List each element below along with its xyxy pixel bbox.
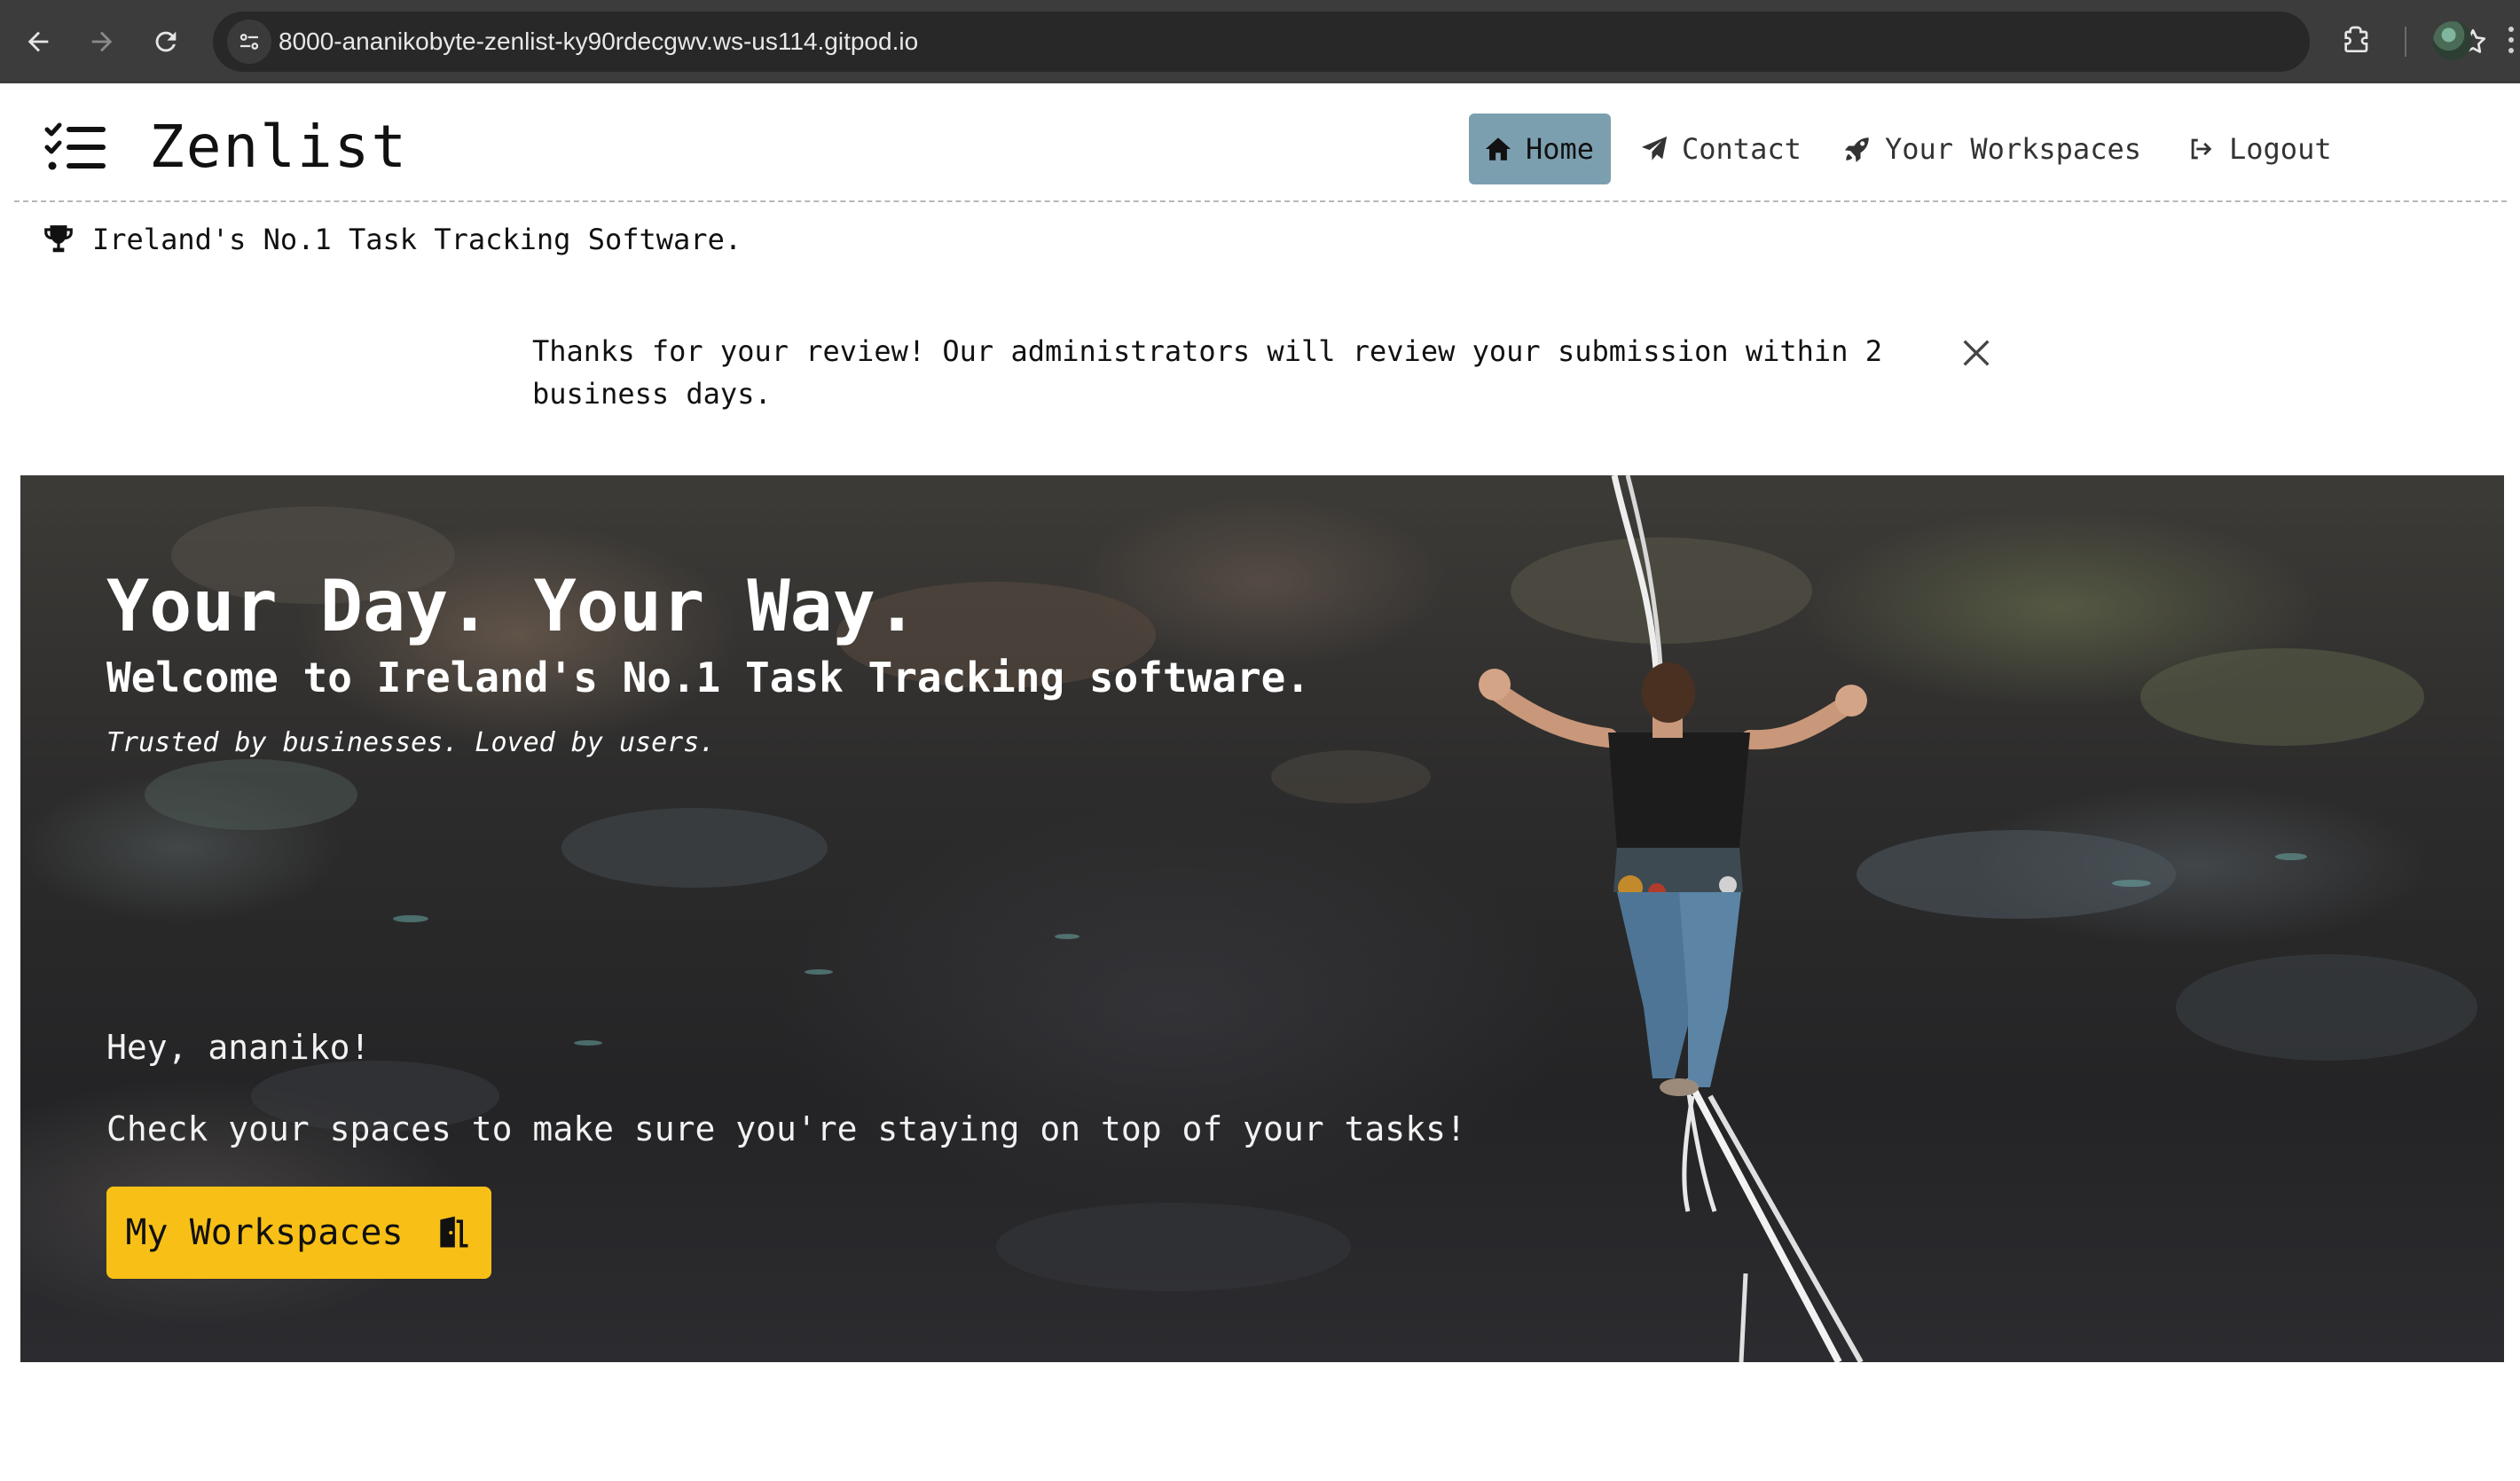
nav-contact-label: Contact — [1682, 132, 1802, 166]
site-header: Zenlist Home Contact Your Workspaces Log… — [0, 83, 2520, 202]
close-icon[interactable] — [1959, 335, 1994, 371]
door-open-icon — [439, 1216, 468, 1248]
menu-icon[interactable] — [2506, 27, 2516, 59]
sign-out-icon — [2191, 138, 2212, 160]
hero-trusted-line: Trusted by businesses. Loved by users. — [106, 727, 716, 758]
workspace-prompt: Check your spaces to make sure you're st… — [106, 1109, 1466, 1148]
nav-logout-label: Logout — [2229, 132, 2332, 166]
browser-toolbar: 8000-ananikobyte-zenlist-ky90rdecgwv.ws-… — [0, 0, 2520, 83]
reload-icon — [155, 31, 177, 52]
alert-message: Thanks for your review! Our administrato… — [532, 334, 1882, 411]
hero-banner: Your Day. Your Way. Welcome to Ireland's… — [20, 475, 2504, 1362]
my-workspaces-button[interactable]: My Workspaces — [106, 1187, 491, 1279]
hero-title: Your Day. Your Way. — [106, 565, 919, 647]
url-text[interactable]: 8000-ananikobyte-zenlist-ky90rdecgwv.ws-… — [279, 12, 918, 72]
forward-icon — [91, 31, 113, 52]
brand-name[interactable]: Zenlist — [149, 115, 408, 179]
reload-button[interactable] — [142, 18, 190, 66]
nav-home-label: Home — [1526, 132, 1595, 166]
my-workspaces-button-label: My Workspaces — [125, 1212, 404, 1253]
hero-subtitle: Welcome to Ireland's No.1 Task Tracking … — [106, 654, 1311, 701]
checklist-logo-icon[interactable] — [44, 122, 108, 172]
nav-home[interactable]: Home — [1469, 114, 1611, 184]
trophy-icon — [44, 225, 73, 253]
site-info-icon — [239, 34, 259, 50]
address-bar[interactable]: 8000-ananikobyte-zenlist-ky90rdecgwv.ws-… — [213, 12, 2486, 72]
extensions-icon[interactable] — [2340, 23, 2375, 59]
nav-contact[interactable]: Contact — [1625, 114, 1840, 184]
header-divider — [14, 200, 2507, 202]
toolbar-divider — [2405, 27, 2406, 57]
rocket-icon — [1844, 137, 1869, 162]
nav-your-workspaces-label: Your Workspaces — [1885, 132, 2141, 166]
back-icon — [27, 31, 49, 52]
tagline: Ireland's No.1 Task Tracking Software. — [41, 220, 742, 259]
paper-plane-icon — [1641, 136, 1668, 161]
profile-avatar[interactable] — [2433, 21, 2472, 60]
house-icon — [1485, 137, 1511, 161]
site-info-button[interactable] — [227, 20, 271, 64]
nav-your-workspaces[interactable]: Your Workspaces — [1828, 114, 2158, 184]
back-button[interactable] — [14, 18, 62, 66]
main-nav: Home Contact Your Workspaces Logout — [1469, 114, 2520, 184]
tagline-text: Ireland's No.1 Task Tracking Software. — [92, 223, 742, 256]
user-greeting: Hey, ananiko! — [106, 1028, 371, 1067]
nav-logout[interactable]: Logout — [2172, 114, 2378, 184]
forward-button[interactable] — [78, 18, 126, 66]
